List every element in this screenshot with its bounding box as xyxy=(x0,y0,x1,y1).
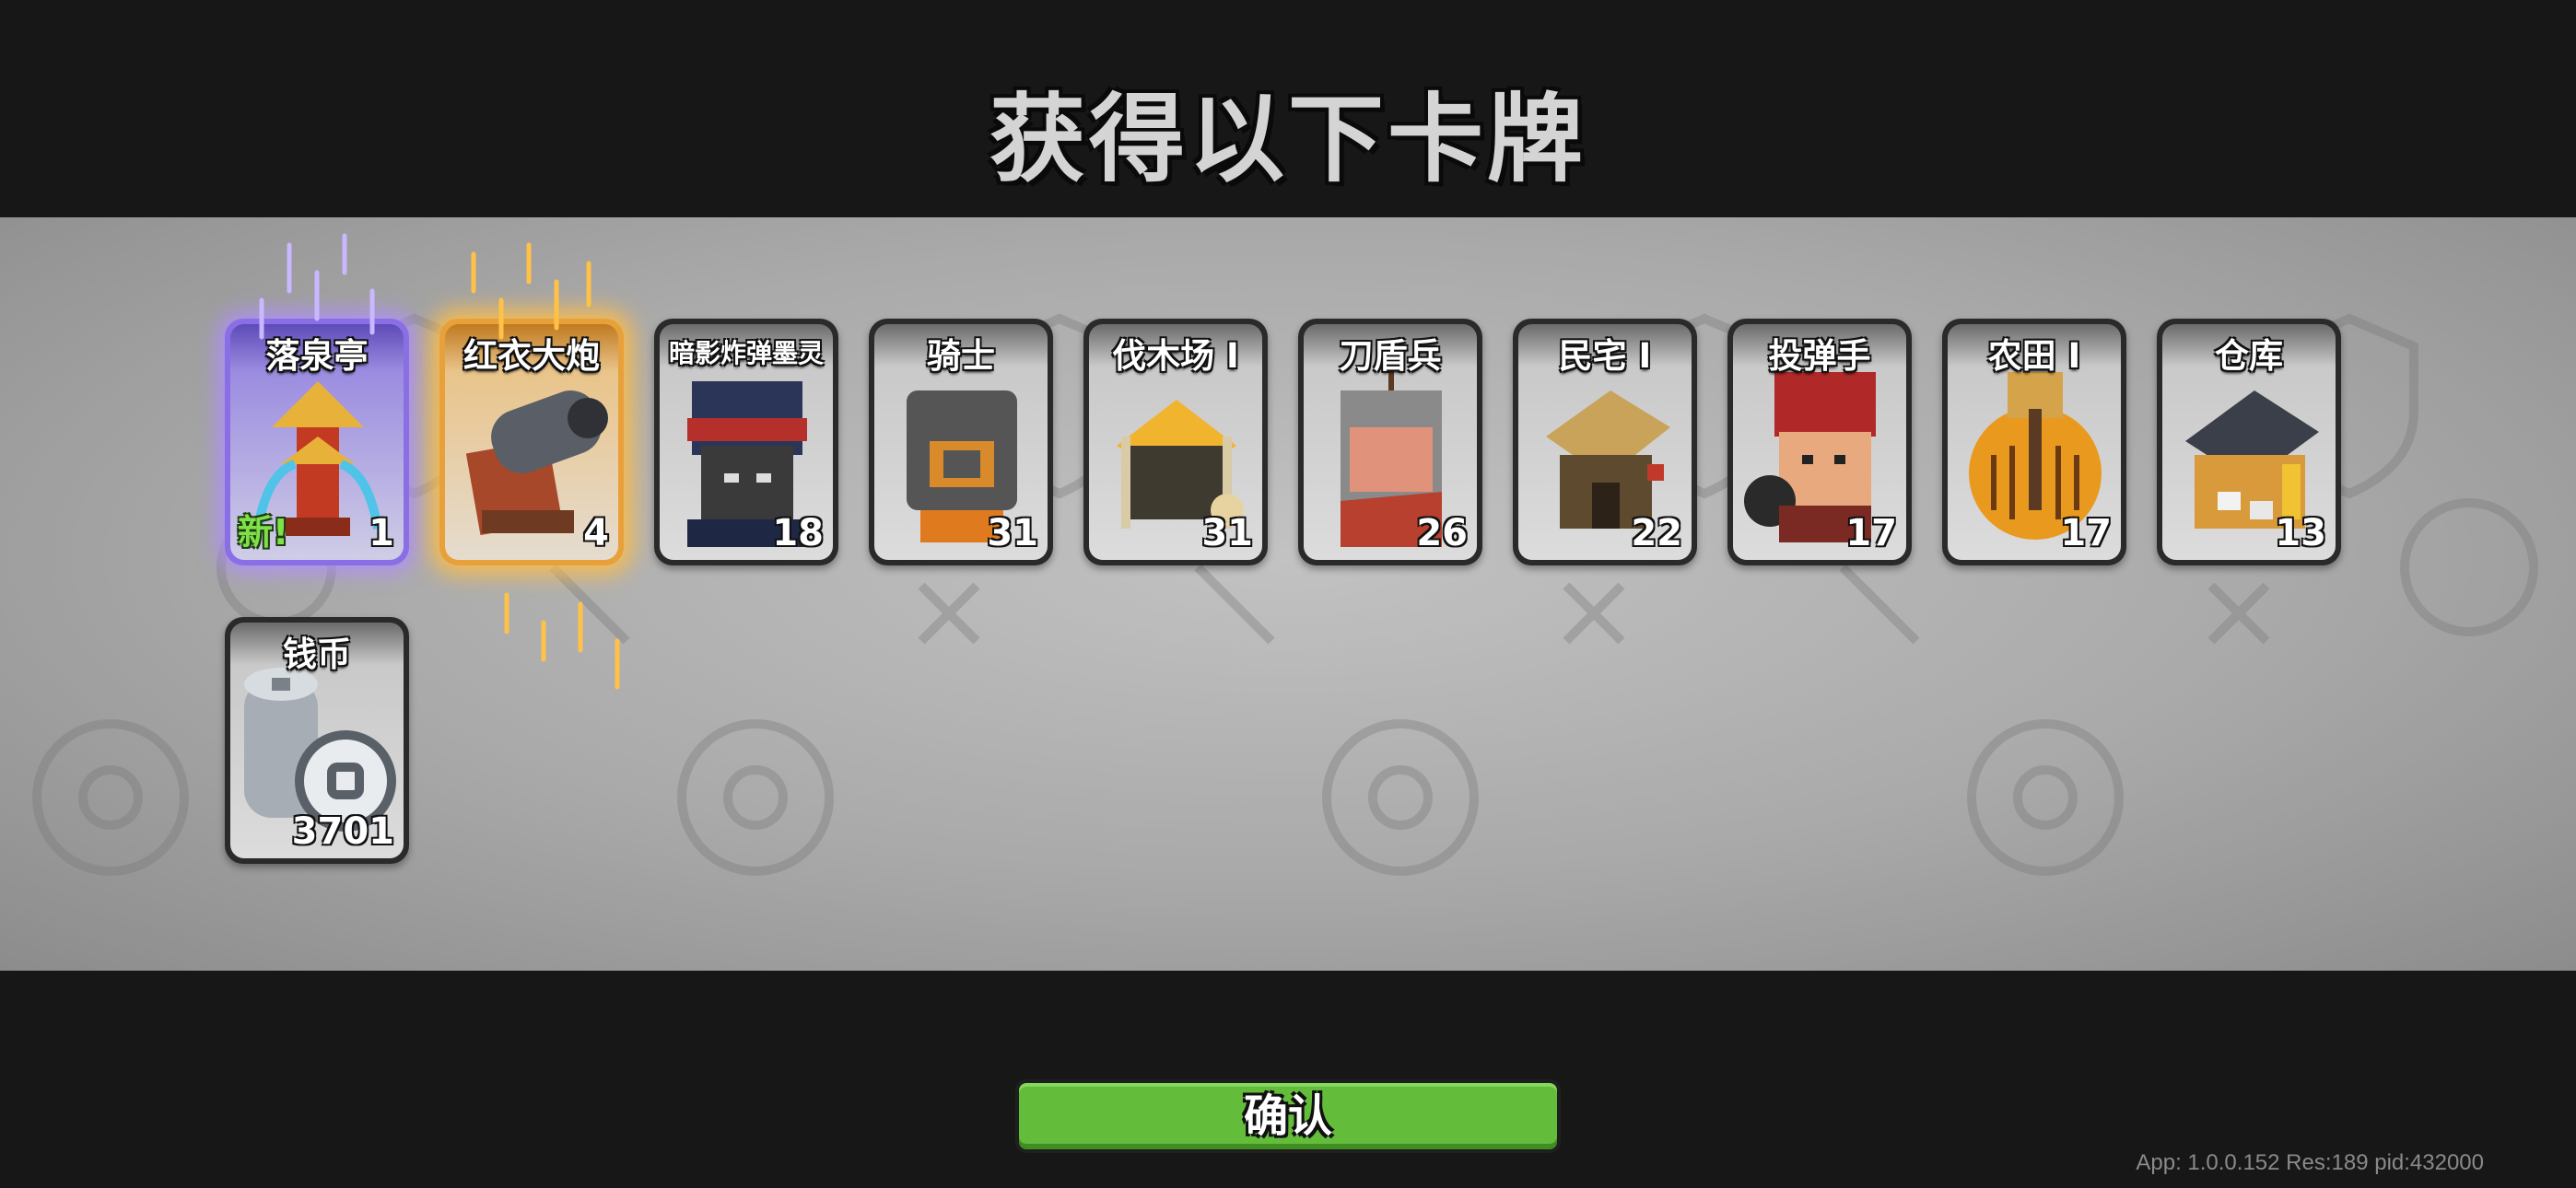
card-name: 仓库 xyxy=(2215,336,2283,376)
reward-panel: 落泉亭 新! 1 红衣大炮 4 暗影炸弹墨灵 18 骑士 31 伐木场 Ⅰ 31… xyxy=(0,217,2576,971)
card-count: 22 xyxy=(1631,512,1682,554)
card-famuchang[interactable]: 伐木场 Ⅰ 31 xyxy=(1083,319,1268,565)
card-nongtian[interactable]: 农田 Ⅰ 17 xyxy=(1942,319,2126,565)
card-count: 18 xyxy=(772,512,824,554)
card-count: 17 xyxy=(1845,512,1897,554)
card-anyingzhadanmoling[interactable]: 暗影炸弹墨灵 18 xyxy=(654,319,838,565)
card-name: 民宅 Ⅰ xyxy=(1558,336,1652,376)
card-count: 1 xyxy=(369,512,394,554)
confirm-button[interactable]: 确认 xyxy=(1015,1079,1561,1153)
card-count: 31 xyxy=(987,512,1038,554)
card-count: 13 xyxy=(2275,512,2326,554)
card-name: 红衣大炮 xyxy=(463,336,600,376)
card-qishi[interactable]: 骑士 31 xyxy=(869,319,1053,565)
card-name: 投弹手 xyxy=(1768,336,1871,376)
card-luoquanting[interactable]: 落泉亭 新! 1 xyxy=(225,319,409,565)
card-count: 4 xyxy=(583,512,609,554)
card-count: 31 xyxy=(1201,512,1253,554)
card-count: 26 xyxy=(1416,512,1468,554)
card-name: 刀盾兵 xyxy=(1339,336,1442,376)
card-daodunbing[interactable]: 刀盾兵 26 xyxy=(1298,319,1482,565)
sparkle-effect xyxy=(504,592,620,690)
card-name: 落泉亭 xyxy=(265,336,369,376)
card-name: 农田 Ⅰ xyxy=(1987,336,2081,376)
card-qianbi[interactable]: 钱币 3701 xyxy=(225,617,409,864)
card-name: 钱币 xyxy=(283,635,351,674)
card-cangku[interactable]: 仓库 13 xyxy=(2157,319,2341,565)
page-title: 获得以下卡牌 xyxy=(989,83,1587,195)
card-minzhai[interactable]: 民宅 Ⅰ 22 xyxy=(1513,319,1697,565)
card-name: 伐木场 Ⅰ xyxy=(1112,336,1239,376)
card-toudanshou[interactable]: 投弹手 17 xyxy=(1727,319,1912,565)
build-info: App: 1.0.0.152 Res:189 pid:432000 xyxy=(2136,1150,2484,1175)
card-name: 骑士 xyxy=(927,336,995,376)
card-hongyidapao[interactable]: 红衣大炮 4 xyxy=(439,319,624,565)
new-badge: 新! xyxy=(238,512,289,553)
card-count: 17 xyxy=(2060,512,2112,554)
card-name: 暗影炸弹墨灵 xyxy=(668,338,824,368)
card-count: 3701 xyxy=(291,810,394,853)
